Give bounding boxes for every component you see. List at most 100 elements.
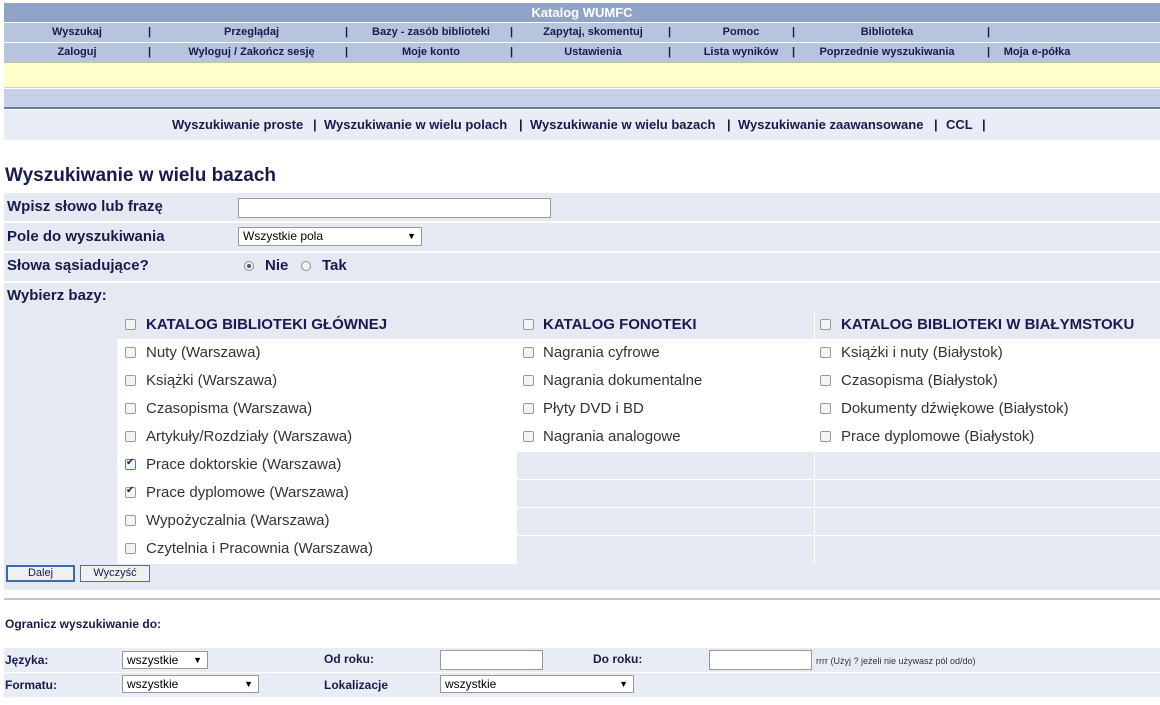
nav-separator: | [987, 46, 991, 58]
nav-my-account[interactable]: Moje konto [351, 43, 511, 62]
format-label: Formatu: [5, 678, 57, 692]
to-year-input[interactable] [709, 650, 812, 670]
db-empty-cell [815, 508, 1160, 535]
nav-databases[interactable]: Bazy - zasób biblioteki [351, 23, 511, 42]
tab-simple-search[interactable]: Wyszukiwanie proste [172, 110, 303, 140]
nav-settings[interactable]: Ustawienia [516, 43, 670, 62]
db-checkbox-prace-dyplomowe-bialystok[interactable] [820, 431, 831, 442]
tab-separator: | [727, 117, 731, 132]
nav-ask[interactable]: Zapytaj, skomentuj [516, 23, 670, 42]
db-checkbox-plyty-dvd[interactable] [523, 403, 534, 414]
db-checkbox-ksiazki-warszawa[interactable] [125, 375, 136, 386]
nav-separator: | [345, 26, 349, 38]
chevron-down-icon: ▼ [619, 679, 628, 689]
nav-library[interactable]: Biblioteka [798, 23, 976, 42]
search-field-select[interactable]: Wszystkie pola ▼ [238, 227, 422, 246]
nav-search[interactable]: Wyszukaj [4, 23, 150, 42]
clear-button[interactable]: Wyczyść [80, 565, 150, 582]
db-column-bialystok: Książki i nuty (Białystok) Czasopisma (B… [815, 339, 1160, 451]
db-checkbox-nagrania-analogowe[interactable] [523, 431, 534, 442]
adjacent-words-label: Słowa sąsiadujące? [7, 257, 149, 274]
db-header-checkbox-bialystok[interactable] [820, 319, 831, 330]
tab-multi-field-search[interactable]: Wyszukiwanie w wielu polach [324, 110, 507, 140]
message-bar [4, 62, 1160, 88]
from-year-input[interactable] [440, 650, 543, 670]
db-label-nagrania-dokumentalne: Nagrania dokumentalne [543, 372, 703, 389]
db-empty-cell [517, 536, 814, 564]
db-label-prace-dyplomowe-bialystok: Prace dyplomowe (Białystok) [841, 428, 1035, 445]
nav-separator: | [792, 26, 796, 38]
nav-separator: | [345, 46, 349, 58]
language-select[interactable]: wszystkie ▼ [122, 651, 208, 669]
from-year-label: Od roku: [324, 652, 374, 666]
nav-separator: | [510, 26, 514, 38]
db-checkbox-artykuly-warszawa[interactable] [125, 431, 136, 442]
db-checkbox-wypozyczalnia-warszawa[interactable] [125, 515, 136, 526]
db-checkbox-nagrania-dokumentalne[interactable] [523, 375, 534, 386]
db-label-prace-doktorskie-warszawa: Prace doktorskie (Warszawa) [146, 456, 342, 473]
nav-browse[interactable]: Przeglądaj [154, 23, 349, 42]
tab-ccl[interactable]: CCL [946, 110, 973, 140]
nav-login[interactable]: Zaloguj [4, 43, 150, 62]
buttons-row: Dalej Wyczyść [4, 564, 1160, 590]
db-checkbox-prace-doktorskie-warszawa[interactable] [125, 457, 136, 470]
tab-separator: | [934, 117, 938, 132]
tab-advanced-search[interactable]: Wyszukiwanie zaawansowane [738, 110, 923, 140]
year-hint: rrrr (Użyj ? jeżeli nie używasz pól od/d… [816, 656, 976, 666]
tab-separator: | [982, 117, 986, 132]
radio-yes-label: Tak [322, 257, 347, 274]
db-header-checkbox-phonotheque[interactable] [523, 319, 534, 330]
db-empty-cell [517, 508, 814, 535]
db-label-ksiazki-bialystok: Książki i nuty (Białystok) [841, 344, 1003, 361]
section-divider [4, 598, 1160, 600]
db-grid-spacer [4, 311, 117, 564]
limits-row-2: Formatu: wszystkie ▼ Lokalizacje wszystk… [4, 673, 1160, 697]
db-label-ksiazki-warszawa: Książki (Warszawa) [146, 372, 278, 389]
db-label-plyty-dvd: Płyty DVD i BD [543, 400, 644, 417]
db-checkbox-czytelnia-warszawa[interactable] [125, 543, 136, 554]
db-header-phonotheque-label: KATALOG FONOTEKI [543, 316, 697, 333]
location-select[interactable]: wszystkie ▼ [440, 675, 634, 693]
nav-separator: | [148, 46, 152, 58]
db-label-dokumenty-bialystok: Dokumenty dźwiękowe (Białystok) [841, 400, 1069, 417]
db-checkbox-nagrania-cyfrowe[interactable] [523, 347, 534, 358]
search-input[interactable] [238, 198, 551, 218]
language-label: Języka: [5, 653, 49, 667]
radio-no[interactable] [244, 261, 254, 271]
limits-title: Ogranicz wyszukiwanie do: [5, 617, 162, 631]
to-year-label: Do roku: [593, 652, 643, 666]
nav-separator: | [987, 26, 991, 38]
db-header-main-label: KATALOG BIBLIOTEKI GŁÓWNEJ [146, 316, 388, 333]
chevron-down-icon: ▼ [244, 679, 253, 689]
db-label-nagrania-analogowe: Nagrania analogowe [543, 428, 681, 445]
nav-separator: | [668, 26, 672, 38]
db-label-czytelnia-warszawa: Czytelnia i Pracownia (Warszawa) [146, 540, 374, 557]
db-checkbox-czasopisma-warszawa[interactable] [125, 403, 136, 414]
db-column-main: Nuty (Warszawa) Książki (Warszawa) Czaso… [117, 339, 517, 564]
header-divider [4, 89, 1160, 109]
nav-e-shelf[interactable]: Moja e-półka [994, 43, 1080, 62]
radio-yes[interactable] [301, 261, 311, 271]
search-term-label: Wpisz słowo lub frazę [7, 198, 163, 215]
db-checkbox-dokumenty-bialystok[interactable] [820, 403, 831, 414]
tab-multi-database-search[interactable]: Wyszukiwanie w wielu bazach [530, 110, 715, 140]
search-term-row: Wpisz słowo lub frazę [4, 193, 1160, 221]
db-checkbox-nuty-warszawa[interactable] [125, 347, 136, 358]
db-header-checkbox-main[interactable] [125, 319, 136, 330]
nav-help[interactable]: Pomoc [674, 23, 808, 42]
next-button[interactable]: Dalej [6, 565, 75, 582]
nav-logout[interactable]: Wyloguj / Zakończ sesję [154, 43, 349, 62]
db-checkbox-czasopisma-bialystok[interactable] [820, 375, 831, 386]
format-select[interactable]: wszystkie ▼ [122, 675, 259, 693]
radio-no-label: Nie [265, 257, 289, 274]
db-empty-cell [815, 480, 1160, 507]
nav-separator: | [510, 46, 514, 58]
nav-results-list[interactable]: Lista wyników [674, 43, 808, 62]
tab-separator: | [519, 117, 523, 132]
search-field-row: Pole do wyszukiwania Wszystkie pola ▼ [4, 223, 1160, 251]
db-label-czasopisma-bialystok: Czasopisma (Białystok) [841, 372, 998, 389]
db-checkbox-prace-dyplomowe-warszawa[interactable] [125, 485, 136, 498]
nav-previous-searches[interactable]: Poprzednie wyszukiwania [798, 43, 976, 62]
db-column-phonotheque: Nagrania cyfrowe Nagrania dokumentalne P… [517, 339, 814, 451]
db-checkbox-ksiazki-bialystok[interactable] [820, 347, 831, 358]
